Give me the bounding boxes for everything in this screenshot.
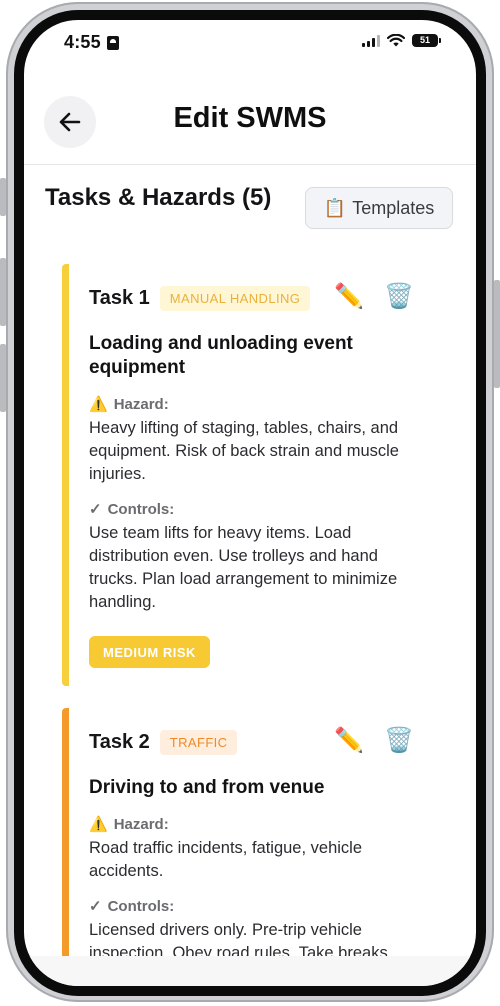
- templates-label: Templates: [352, 197, 435, 218]
- task-header: Task 1 MANUAL HANDLING: [89, 286, 311, 311]
- silent-switch: [0, 178, 6, 216]
- header: Edit SWMS: [24, 88, 476, 165]
- page-title: Edit SWMS: [173, 102, 327, 134]
- category-badge: MANUAL HANDLING: [159, 286, 311, 311]
- task-actions: ✏️ 🗑️: [334, 282, 414, 311]
- section-title: Tasks & Hazards (5): [45, 184, 272, 211]
- task-name: Task 1: [89, 287, 150, 309]
- trash-icon[interactable]: 🗑️: [384, 726, 414, 755]
- cellular-signal-icon: [362, 34, 380, 47]
- category-badge: TRAFFIC: [159, 730, 238, 755]
- status-indicators: 51: [362, 34, 441, 47]
- app-screen: 4:55 51 Edit SWMS Tasks & Hazards (5) 📋 …: [24, 20, 476, 986]
- home-indicator-area: [24, 956, 476, 986]
- task-accent-bar: [62, 264, 69, 686]
- checkmark-icon: ✓: [89, 501, 102, 518]
- templates-button[interactable]: 📋 Templates: [305, 187, 453, 229]
- pencil-icon[interactable]: ✏️: [334, 282, 364, 311]
- warning-icon: ⚠️: [89, 816, 108, 833]
- task-title: Driving to and from venue: [89, 777, 325, 798]
- volume-up-button: [0, 258, 6, 326]
- pencil-icon[interactable]: ✏️: [334, 726, 364, 755]
- trash-icon[interactable]: 🗑️: [384, 282, 414, 311]
- hazard-text: Heavy lifting of staging, tables, chairs…: [89, 419, 399, 483]
- warning-icon: ⚠️: [89, 396, 108, 413]
- task-title: Loading and unloading event equipment: [89, 333, 353, 378]
- risk-badge: MEDIUM RISK: [89, 636, 210, 668]
- task-card: Task 1 MANUAL HANDLING ✏️ 🗑️ Loading and…: [62, 264, 476, 686]
- status-bar: 4:55 51: [24, 20, 476, 68]
- controls-label: ✓ Controls:: [89, 500, 175, 519]
- battery-icon: 51: [412, 34, 441, 47]
- controls-label: ✓ Controls:: [89, 897, 175, 916]
- hazard-label: ⚠️ Hazard:: [89, 395, 169, 414]
- volume-down-button: [0, 344, 6, 412]
- power-button: [494, 280, 500, 388]
- wifi-icon: [387, 34, 405, 47]
- task-header: Task 2 TRAFFIC: [89, 730, 238, 755]
- status-time: 4:55: [64, 32, 119, 53]
- task-card: Task 2 TRAFFIC ✏️ 🗑️ Driving to and from…: [62, 708, 476, 986]
- task-accent-bar: [62, 708, 69, 986]
- hazard-text: Road traffic incidents, fatigue, vehicle…: [89, 839, 363, 880]
- clipboard-icon: 📋: [323, 197, 347, 218]
- hazard-label: ⚠️ Hazard:: [89, 815, 169, 834]
- task-name: Task 2: [89, 731, 150, 753]
- controls-text: Use team lifts for heavy items. Load dis…: [89, 524, 398, 611]
- id-badge-icon: [106, 35, 119, 50]
- checkmark-icon: ✓: [89, 898, 102, 915]
- task-actions: ✏️ 🗑️: [334, 726, 414, 755]
